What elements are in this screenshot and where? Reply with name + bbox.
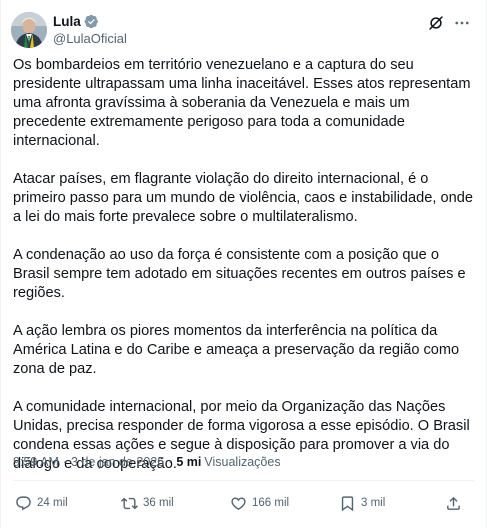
avatar-photo: [11, 12, 47, 48]
share-button[interactable]: [445, 492, 462, 514]
reply-icon: [16, 495, 31, 510]
meta-separator: ·: [62, 455, 68, 469]
repost-icon: [121, 497, 138, 509]
verified-badge-icon[interactable]: [84, 14, 99, 29]
author-display-name[interactable]: Lula: [53, 14, 81, 29]
post-paragraph: Os bombardeios em território venezuelano…: [13, 57, 471, 149]
views-label: Visualizações: [204, 455, 281, 469]
repost-count: 36 mil: [143, 497, 174, 509]
post-date[interactable]: 3 de jan de 2026: [71, 455, 164, 469]
more-icon[interactable]: [453, 14, 471, 32]
views-count: 5 mi: [176, 455, 202, 469]
post-card: Lula @LulaOficial Os bombardeios em terr…: [0, 0, 487, 528]
like-button[interactable]: 166 mil: [230, 492, 289, 514]
avatar[interactable]: [11, 12, 47, 48]
author-names: Lula @LulaOficial: [53, 12, 127, 47]
bookmark-button[interactable]: 3 mil: [339, 492, 385, 514]
action-bar: 24 mil 36 mil 166 mil 3 mil: [15, 492, 465, 514]
post-meta: 9:59 AM · 3 de jan de 2026 · 5 mi Visual…: [13, 455, 281, 469]
post-time[interactable]: 9:59 AM: [13, 455, 59, 469]
reply-button[interactable]: 24 mil: [15, 492, 68, 514]
post-text: Os bombardeios em território venezuelano…: [13, 56, 475, 474]
divider: [13, 480, 474, 481]
post-paragraph: A condenação ao uso da força é consisten…: [13, 247, 466, 301]
heart-icon: [231, 496, 246, 510]
meta-separator: ·: [168, 455, 173, 469]
author-handle[interactable]: @LulaOficial: [53, 31, 127, 46]
bookmark-icon: [341, 495, 354, 511]
post-paragraph: Atacar países, em flagrante violação do …: [13, 171, 473, 225]
share-icon: [447, 496, 460, 510]
post-header: Lula @LulaOficial: [11, 12, 473, 48]
post-paragraph: A ação lembra os piores momentos da inte…: [13, 323, 460, 377]
grok-icon[interactable]: [427, 14, 445, 32]
bookmark-count: 3 mil: [361, 497, 386, 509]
repost-button[interactable]: 36 mil: [121, 492, 174, 514]
reply-count: 24 mil: [37, 497, 68, 509]
like-count: 166 mil: [252, 497, 290, 509]
